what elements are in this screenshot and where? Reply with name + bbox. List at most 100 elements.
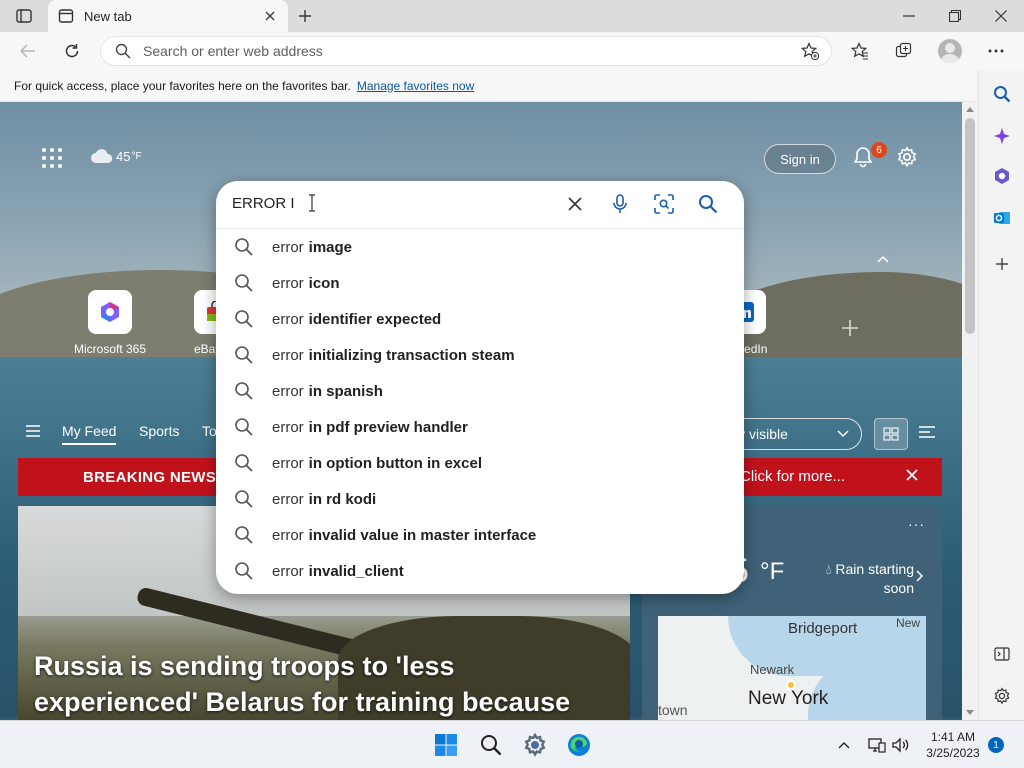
- rain-forecast-label: Rain starting soon: [835, 561, 914, 596]
- chevron-right-icon[interactable]: [916, 570, 926, 582]
- refresh-button[interactable]: [58, 37, 86, 65]
- settings-more-icon[interactable]: [982, 37, 1010, 65]
- search-suggestion-item[interactable]: error image: [216, 229, 744, 265]
- clear-search-icon[interactable]: [564, 193, 586, 215]
- add-quick-link-icon[interactable]: [840, 318, 862, 340]
- suggestion-list: error image error icon error identifier expec…: [216, 228, 744, 589]
- search-suggestion-item[interactable]: error in pdf preview handler: [216, 409, 744, 445]
- submit-search-icon[interactable]: [697, 193, 719, 215]
- search-suggestion-item[interactable]: error icon: [216, 265, 744, 301]
- sidebar-add-icon[interactable]: [990, 252, 1014, 276]
- search-suggestion-item[interactable]: error identifier expected: [216, 301, 744, 337]
- minimize-button[interactable]: [886, 0, 932, 32]
- search-suggestion-item[interactable]: error in rd kodi: [216, 481, 744, 517]
- sidebar-search-icon[interactable]: [990, 82, 1014, 106]
- suggestion-search-icon: [234, 381, 254, 401]
- tab-title: New tab: [84, 8, 132, 24]
- feed-tab-partial[interactable]: To: [202, 423, 217, 439]
- suggestion-completion: image: [308, 238, 353, 256]
- new-tab-button[interactable]: [294, 6, 316, 26]
- address-placeholder: Search or enter web address: [143, 43, 323, 59]
- collapse-chevron-up-icon[interactable]: [876, 254, 892, 266]
- map-label-new: New: [896, 616, 921, 630]
- close-window-button[interactable]: [978, 0, 1024, 32]
- restore-button[interactable]: [932, 0, 978, 32]
- suggestion-prefix: error: [272, 490, 304, 508]
- windows-start-icon[interactable]: [432, 731, 460, 759]
- taskbar-edge-icon[interactable]: [565, 731, 593, 759]
- sidebar-office-icon[interactable]: [990, 164, 1014, 188]
- search-icon: [115, 43, 131, 59]
- profile-avatar[interactable]: [938, 39, 962, 63]
- sidebar-copilot-icon[interactable]: [990, 124, 1014, 148]
- grid-layout-icon[interactable]: [874, 418, 908, 450]
- weather-card-more-icon[interactable]: ···: [908, 516, 925, 532]
- scroll-up-arrow-icon[interactable]: [966, 107, 974, 112]
- weather-card-unit: °F: [760, 558, 785, 585]
- tab-new-tab[interactable]: New tab: [48, 0, 288, 32]
- favorites-bar-text: For quick access, place your favorites h…: [14, 78, 351, 93]
- favorites-icon[interactable]: [846, 37, 874, 65]
- quick-link-label: eBay: [194, 342, 222, 356]
- quick-link-microsoft365[interactable]: Microsoft 365: [72, 290, 148, 356]
- search-suggestion-item[interactable]: error initializing transaction steam: [216, 337, 744, 373]
- taskbar-settings-icon[interactable]: [521, 731, 549, 759]
- scroll-down-arrow-icon[interactable]: [966, 710, 974, 715]
- map-label-town: town: [658, 702, 688, 718]
- suggestion-prefix: error: [272, 346, 304, 364]
- feed-menu-icon[interactable]: [26, 425, 40, 437]
- sidebar-outlook-icon[interactable]: [990, 206, 1014, 230]
- weather-widget[interactable]: 45 °F: [90, 148, 142, 164]
- search-suggestion-item[interactable]: error in spanish: [216, 373, 744, 409]
- map-label-bridgeport: Bridgeport: [788, 620, 858, 637]
- hero-headline[interactable]: Russia is sending troops to 'less experi…: [34, 648, 624, 720]
- suggestion-completion: in rd kodi: [308, 490, 377, 508]
- breaking-news-more-link[interactable]: Click for more...: [740, 468, 845, 485]
- sign-in-button[interactable]: Sign in: [764, 144, 836, 174]
- add-favorite-icon[interactable]: [801, 42, 819, 60]
- chevron-down-icon: [837, 430, 849, 438]
- search-suggestion-item[interactable]: error in option button in excel: [216, 445, 744, 481]
- search-suggestions-popup: ERROR I error image error icon error identifi…: [216, 181, 744, 594]
- feed-tab-sports[interactable]: Sports: [139, 423, 179, 439]
- scrollbar-thumb[interactable]: [965, 118, 975, 334]
- map-label-newark: Newark: [750, 662, 795, 677]
- taskbar-search-icon[interactable]: [477, 731, 505, 759]
- search-suggestion-item[interactable]: error invalid value in master interface: [216, 517, 744, 553]
- back-button[interactable]: [14, 37, 42, 65]
- network-icon[interactable]: [867, 735, 887, 755]
- suggestion-prefix: error: [272, 526, 304, 544]
- sidebar-hide-icon[interactable]: [990, 642, 1014, 666]
- taskbar-clock[interactable]: 1:41 AM 3/25/2023: [918, 729, 988, 761]
- list-layout-icon[interactable]: [918, 424, 938, 444]
- suggestion-completion: icon: [308, 274, 340, 292]
- visual-search-icon[interactable]: [653, 193, 675, 215]
- voice-search-microphone-icon[interactable]: [609, 193, 631, 215]
- suggestion-prefix: error: [272, 454, 304, 472]
- search-suggestion-item[interactable]: error invalid_client: [216, 553, 744, 589]
- page-scrollbar[interactable]: [962, 102, 978, 720]
- tray-chevron-up-icon[interactable]: [834, 735, 854, 755]
- suggestion-search-icon: [234, 453, 254, 473]
- collections-icon[interactable]: [890, 37, 918, 65]
- quick-link-label: Microsoft 365: [73, 342, 147, 356]
- feed-tab-my-feed[interactable]: My Feed: [62, 423, 117, 445]
- search-query-text[interactable]: ERROR I: [232, 195, 295, 212]
- suggestion-completion: in pdf preview handler: [308, 418, 468, 436]
- suggestion-completion: invalid value in master interface: [308, 526, 537, 544]
- address-bar[interactable]: Search or enter web address: [100, 36, 832, 66]
- close-tab-icon[interactable]: [262, 8, 278, 24]
- manage-favorites-link[interactable]: Manage favorites now: [357, 79, 474, 93]
- volume-icon[interactable]: [891, 735, 911, 755]
- title-bar: New tab: [0, 0, 1024, 32]
- weather-map[interactable]: Bridgeport New Newark New York town: [658, 616, 926, 720]
- notification-center-badge[interactable]: 1: [988, 737, 1004, 753]
- close-banner-icon[interactable]: [906, 469, 920, 483]
- web-search-box[interactable]: ERROR I: [216, 181, 744, 227]
- app-launcher-icon[interactable]: [42, 148, 62, 168]
- rain-forecast-text: 💧︎ Rain starting soon: [818, 560, 914, 598]
- sidebar-settings-icon[interactable]: [990, 684, 1014, 708]
- suggestion-search-icon: [234, 417, 254, 437]
- tab-actions-icon[interactable]: [10, 6, 38, 26]
- page-settings-gear-icon[interactable]: [896, 146, 920, 170]
